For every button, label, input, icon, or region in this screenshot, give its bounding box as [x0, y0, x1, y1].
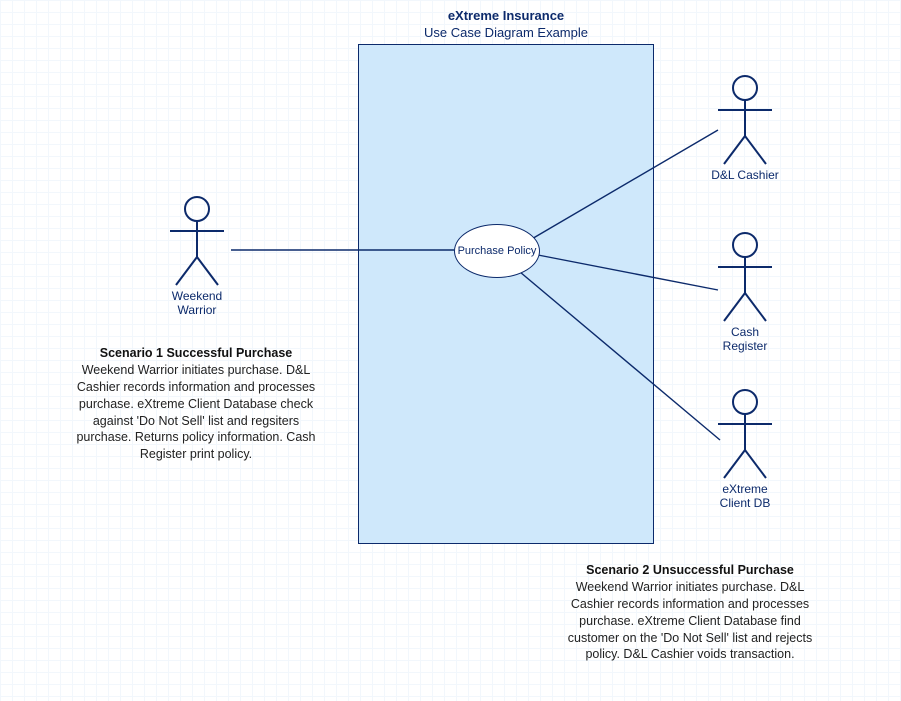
usecase-label: Purchase Policy — [458, 245, 537, 258]
usecase-purchase-policy: Purchase Policy — [454, 224, 540, 278]
scenario-2: Scenario 2 Unsuccessful Purchase Weekend… — [560, 562, 820, 663]
stick-figure-icon — [710, 74, 780, 166]
actor-extreme-client-db: eXtreme Client DB — [710, 388, 780, 511]
diagram-title-sub: Use Case Diagram Example — [358, 25, 654, 42]
stick-figure-icon — [710, 231, 780, 323]
scenario-2-body: Weekend Warrior initiates purchase. D&L … — [560, 579, 820, 663]
diagram-stage: eXtreme Insurance Use Case Diagram Examp… — [0, 0, 901, 701]
scenario-1: Scenario 1 Successful Purchase Weekend W… — [66, 345, 326, 463]
diagram-title-main: eXtreme Insurance — [358, 8, 654, 25]
actor-cash-register: Cash Register — [710, 231, 780, 354]
stick-figure-icon — [162, 195, 232, 287]
scenario-1-body: Weekend Warrior initiates purchase. D&L … — [66, 362, 326, 463]
scenario-2-heading: Scenario 2 Unsuccessful Purchase — [560, 562, 820, 579]
diagram-title: eXtreme Insurance Use Case Diagram Examp… — [358, 8, 654, 42]
actor-weekend-warrior: Weekend Warrior — [162, 195, 232, 318]
scenario-1-heading: Scenario 1 Successful Purchase — [66, 345, 326, 362]
actor-label: D&L Cashier — [710, 168, 780, 182]
actor-dl-cashier: D&L Cashier — [710, 74, 780, 182]
actor-label: eXtreme Client DB — [710, 482, 780, 511]
actor-label: Cash Register — [710, 325, 780, 354]
stick-figure-icon — [710, 388, 780, 480]
actor-label: Weekend Warrior — [162, 289, 232, 318]
system-boundary — [358, 44, 654, 544]
